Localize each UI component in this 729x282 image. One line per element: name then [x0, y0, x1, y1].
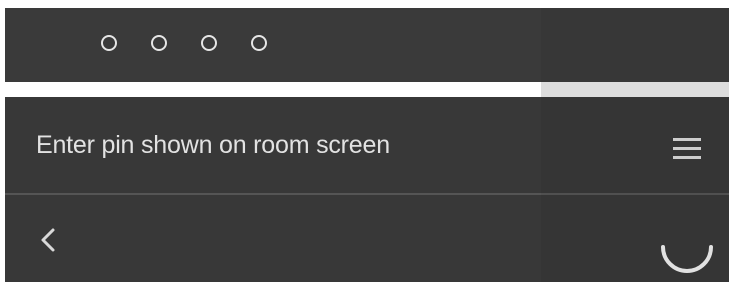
- menu-icon[interactable]: [673, 138, 701, 160]
- loading-spinner-icon: [649, 209, 725, 282]
- navigation-row: [5, 195, 729, 282]
- progress-fill: [5, 82, 541, 97]
- pin-dot: [201, 35, 217, 51]
- instruction-panel: Enter pin shown on room screen: [5, 97, 729, 282]
- pin-indicator-bar: [5, 8, 729, 82]
- pin-dots: [101, 35, 267, 51]
- instruction-text: Enter pin shown on room screen: [36, 131, 390, 159]
- progress-bar: [5, 82, 729, 97]
- chevron-left-icon[interactable]: [35, 225, 61, 255]
- pin-entry-screen: Enter pin shown on room screen: [5, 8, 729, 282]
- pin-dot: [151, 35, 167, 51]
- pin-dot: [101, 35, 117, 51]
- instruction-row: Enter pin shown on room screen: [5, 97, 729, 193]
- pin-dot: [251, 35, 267, 51]
